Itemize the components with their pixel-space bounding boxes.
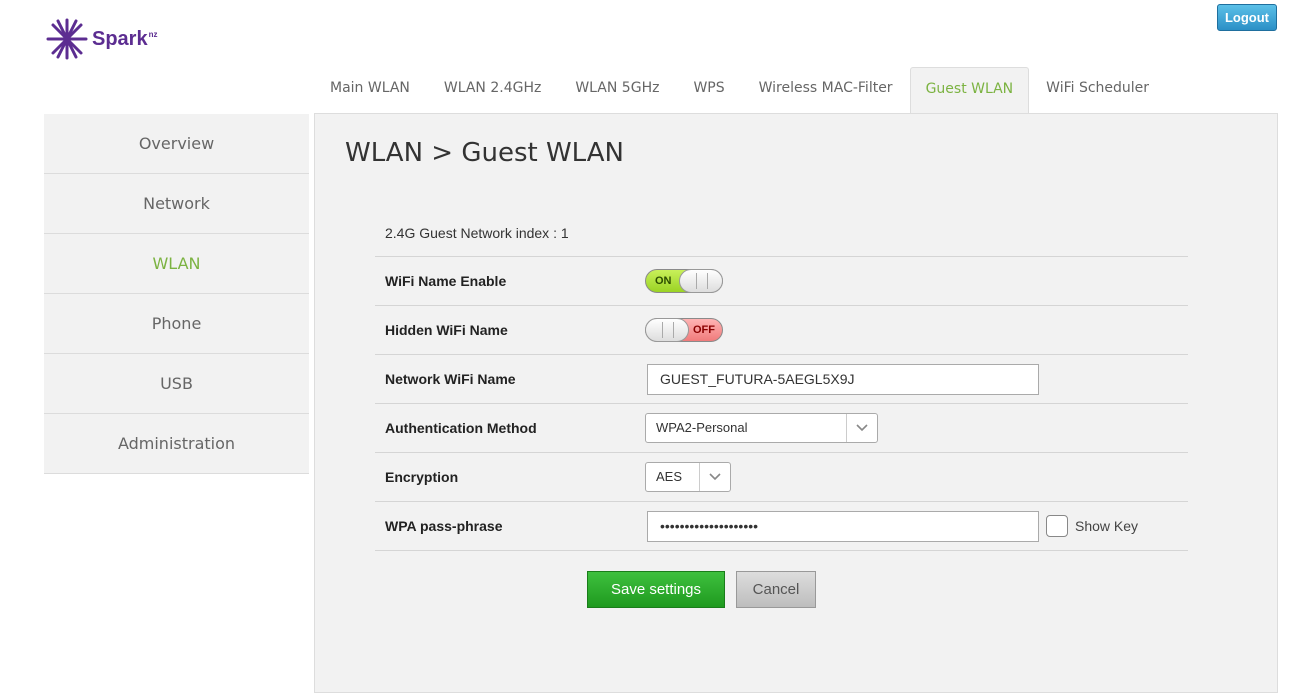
show-key-label: Show Key (1075, 518, 1139, 534)
encryption-select[interactable]: AES (645, 462, 731, 492)
main-panel: WLAN > Guest WLAN 2.4G Guest Network ind… (314, 113, 1278, 693)
row-network-wifi-name: Network WiFi Name (375, 355, 1188, 404)
network-wifi-name-label: Network WiFi Name (385, 371, 516, 387)
tab-wlan-5ghz[interactable]: WLAN 5GHz (558, 67, 676, 113)
row-authentication-method: Authentication Method WPA2-Personal (375, 404, 1188, 453)
chevron-down-icon (699, 463, 730, 491)
toggle-knob (679, 269, 723, 293)
toggle-knob (645, 318, 689, 342)
spark-star-icon (46, 18, 88, 60)
logout-button[interactable]: Logout (1217, 4, 1277, 31)
cancel-button[interactable]: Cancel (736, 571, 816, 608)
brand-name: Sparknz (92, 27, 158, 50)
wifi-name-enable-toggle[interactable]: ON (645, 269, 723, 293)
sidebar: Overview Network WLAN Phone USB Administ… (44, 114, 309, 474)
guest-wlan-form: 2.4G Guest Network index : 1 WiFi Name E… (375, 207, 1188, 551)
wpa-passphrase-label: WPA pass-phrase (385, 518, 503, 534)
sidebar-item-usb[interactable]: USB (44, 354, 309, 414)
toggle-state-label: ON (655, 275, 672, 287)
tab-wlan-24ghz[interactable]: WLAN 2.4GHz (427, 67, 558, 113)
sidebar-item-phone[interactable]: Phone (44, 294, 309, 354)
wpa-passphrase-input[interactable] (647, 510, 1039, 542)
chevron-down-icon (846, 414, 877, 442)
network-wifi-name-input[interactable] (647, 363, 1039, 395)
sidebar-item-overview[interactable]: Overview (44, 114, 309, 174)
row-encryption: Encryption AES (375, 453, 1188, 502)
spark-logo: Sparknz (44, 18, 157, 60)
sidebar-item-network[interactable]: Network (44, 174, 309, 234)
row-hidden-wifi-name: Hidden WiFi Name OFF (375, 306, 1188, 355)
row-wpa-passphrase: WPA pass-phrase Show Key (375, 502, 1188, 551)
tab-guest-wlan[interactable]: Guest WLAN (909, 67, 1030, 114)
authentication-method-value: WPA2-Personal (656, 420, 748, 435)
hidden-wifi-name-label: Hidden WiFi Name (385, 322, 508, 338)
wlan-tabs: Main WLAN WLAN 2.4GHz WLAN 5GHz WPS Wire… (313, 67, 1166, 114)
page-title: WLAN > Guest WLAN (345, 138, 624, 168)
authentication-method-label: Authentication Method (385, 420, 537, 436)
hidden-wifi-name-toggle[interactable]: OFF (645, 318, 723, 342)
authentication-method-select[interactable]: WPA2-Personal (645, 413, 878, 443)
save-settings-button[interactable]: Save settings (587, 571, 725, 608)
tab-wireless-mac-filter[interactable]: Wireless MAC-Filter (742, 67, 910, 113)
toggle-state-label: OFF (693, 324, 715, 336)
show-key-checkbox[interactable] (1046, 515, 1068, 537)
tab-wps[interactable]: WPS (676, 67, 741, 113)
sidebar-item-administration[interactable]: Administration (44, 414, 309, 474)
tab-wifi-scheduler[interactable]: WiFi Scheduler (1029, 67, 1166, 113)
guest-network-index: 2.4G Guest Network index : 1 (375, 207, 1188, 257)
form-buttons: Save settings Cancel (587, 571, 816, 608)
encryption-label: Encryption (385, 469, 459, 485)
tab-main-wlan[interactable]: Main WLAN (313, 67, 427, 113)
sidebar-item-wlan[interactable]: WLAN (44, 234, 309, 294)
wifi-name-enable-label: WiFi Name Enable (385, 273, 507, 289)
row-wifi-name-enable: WiFi Name Enable ON (375, 257, 1188, 306)
encryption-value: AES (656, 469, 683, 484)
